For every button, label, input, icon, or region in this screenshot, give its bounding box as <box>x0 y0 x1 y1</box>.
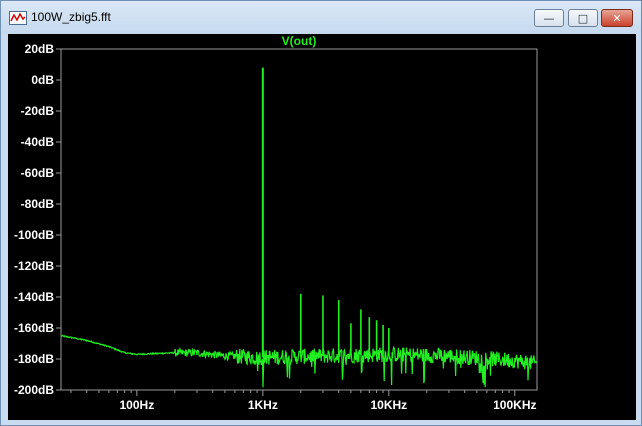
x-tick-label: 100KHz <box>493 398 536 412</box>
y-tick-label: -180dB <box>14 352 54 366</box>
plot-frame <box>60 48 538 391</box>
y-tick-label: 0dB <box>31 73 54 87</box>
maximize-button[interactable]: □ <box>568 9 598 27</box>
x-tick-label: 10KHz <box>370 398 407 412</box>
minimize-button[interactable]: — <box>534 9 564 27</box>
y-tick-label: -140dB <box>14 290 54 304</box>
trace-group <box>60 67 538 388</box>
y-tick-label: -20dB <box>21 104 55 118</box>
window-title: 100W_zbig5.fft <box>31 10 111 24</box>
y-tick-label: -80dB <box>21 197 55 211</box>
x-axis: 100Hz 1KHz 10KHz 100KHz <box>70 390 536 412</box>
y-tick-label: -60dB <box>21 166 55 180</box>
x-tick-label: 100Hz <box>120 398 155 412</box>
close-button[interactable]: ✕ <box>601 9 633 27</box>
app-window: 100W_zbig5.fft — □ ✕ V(out) 20dB 0dB -20dB… <box>0 0 642 426</box>
y-tick-label: -200dB <box>14 383 54 397</box>
fft-chart[interactable]: V(out) 20dB 0dB -20dB -40dB -60dB -80dB -100dB… <box>8 34 636 420</box>
noise-floor-trace <box>60 334 538 388</box>
y-axis: 20dB 0dB -20dB -40dB -60dB -80dB -100dB -120dB -… <box>14 42 61 397</box>
y-tick-label: 20dB <box>25 42 55 56</box>
y-tick-label: -120dB <box>14 259 54 273</box>
y-tick-label: -100dB <box>14 228 54 242</box>
x-tick-label: 1KHz <box>248 398 278 412</box>
y-tick-label: -40dB <box>21 135 55 149</box>
plot-area[interactable]: V(out) 20dB 0dB -20dB -40dB -60dB -80dB -100dB… <box>8 34 636 420</box>
y-tick-label: -160dB <box>14 321 54 335</box>
trace-label[interactable]: V(out) <box>282 34 317 48</box>
waveform-app-icon <box>9 11 27 25</box>
title-bar[interactable]: 100W_zbig5.fft — □ ✕ <box>1 1 641 34</box>
